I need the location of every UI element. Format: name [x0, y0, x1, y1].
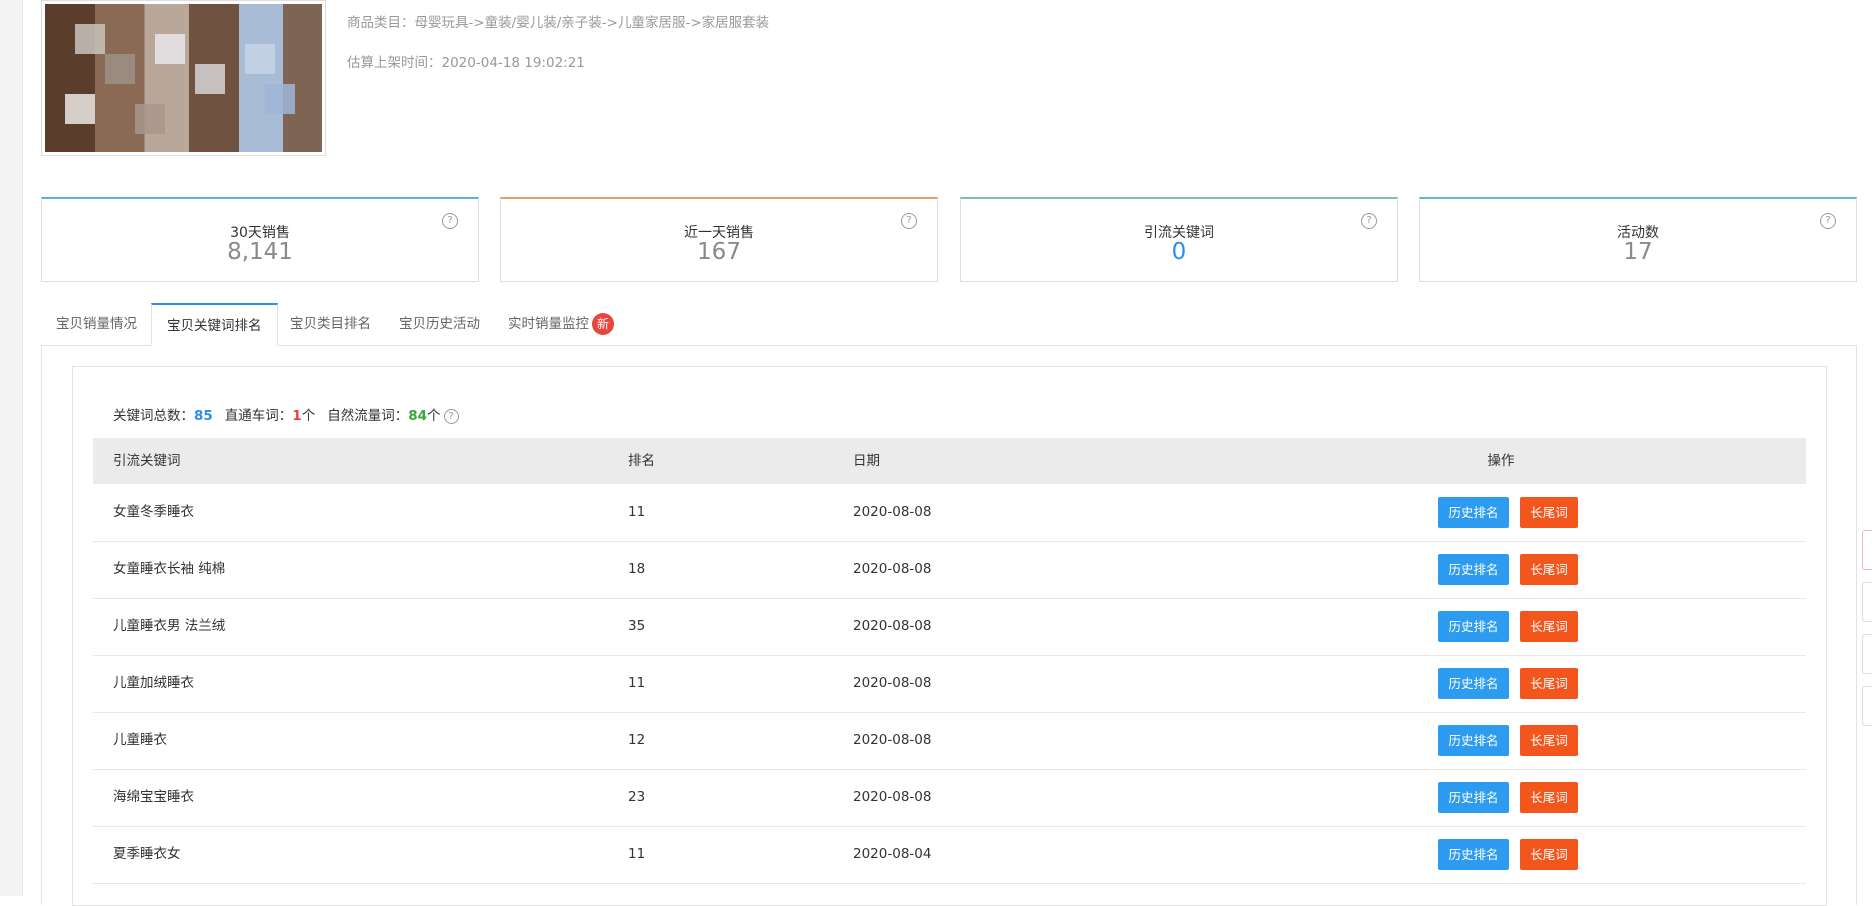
help-icon[interactable]: ?: [443, 408, 459, 424]
tab-label: 实时销量监控: [508, 316, 589, 332]
keyword-cell: 女童冬季睡衣: [113, 504, 194, 520]
tab-sales-status[interactable]: 宝贝销量情况: [41, 303, 152, 345]
date-cell: 2020-08-04: [853, 846, 932, 862]
new-badge: 新: [592, 313, 614, 335]
header-rank: 排名: [628, 453, 655, 469]
help-icon[interactable]: ?: [442, 213, 458, 229]
keyword-cell: 女童睡衣长袖 纯棉: [113, 561, 226, 577]
stat-card-30day-sales: 30天销售 8,141 ?: [41, 197, 479, 282]
natural-count: 84: [408, 408, 427, 424]
keyword-cell: 儿童睡衣男 法兰绒: [113, 618, 226, 634]
natural-label: 自然流量词：: [327, 408, 409, 424]
listing-time-label: 估算上架时间：: [347, 55, 442, 71]
date-cell: 2020-08-08: [853, 789, 932, 805]
date-cell: 2020-08-08: [853, 732, 932, 748]
keyword-cell: 儿童睡衣: [113, 732, 167, 748]
table-row: 儿童加绒睡衣 11 2020-08-08 历史排名 长尾词: [93, 655, 1806, 713]
stat-card-traffic-keywords: 引流关键词 0 ?: [960, 197, 1398, 282]
rank-cell: 11: [628, 846, 646, 862]
floating-button[interactable]: [1862, 582, 1872, 622]
table-row: 夏季睡衣女 11 2020-08-04 历史排名 长尾词: [93, 826, 1806, 884]
tab-keyword-ranking[interactable]: 宝贝关键词排名: [151, 303, 278, 346]
date-cell: 2020-08-08: [853, 561, 932, 577]
long-tail-button[interactable]: 长尾词: [1520, 782, 1578, 813]
tab-history-activity[interactable]: 宝贝历史活动: [384, 303, 495, 345]
rank-cell: 12: [628, 732, 646, 748]
rank-cell: 23: [628, 789, 646, 805]
left-sidebar-edge: [0, 0, 23, 896]
product-thumbnail: [41, 0, 326, 156]
rank-cell: 11: [628, 504, 646, 520]
table-row: 儿童睡衣男 法兰绒 35 2020-08-08 历史排名 长尾词: [93, 598, 1806, 656]
table-row: 海绵宝宝睡衣 23 2020-08-08 历史排名 长尾词: [93, 769, 1806, 827]
natural-unit: 个: [427, 408, 441, 424]
long-tail-button[interactable]: 长尾词: [1520, 725, 1578, 756]
listing-time-value: 2020-04-18 19:02:21: [441, 55, 585, 71]
header-actions: 操作: [1487, 453, 1515, 469]
table-row: 女童冬季睡衣 11 2020-08-08 历史排名 长尾词: [93, 484, 1806, 542]
floating-button[interactable]: [1862, 634, 1872, 674]
product-listing-time: 估算上架时间：2020-04-18 19:02:21: [347, 51, 585, 71]
rank-cell: 11: [628, 675, 646, 691]
header-keyword: 引流关键词: [113, 453, 181, 469]
tab-category-ranking[interactable]: 宝贝类目排名: [275, 303, 386, 345]
table-row: 儿童睡衣 12 2020-08-08 历史排名 长尾词: [93, 712, 1806, 770]
history-ranking-button[interactable]: 历史排名: [1438, 782, 1509, 813]
history-ranking-button[interactable]: 历史排名: [1438, 554, 1509, 585]
table-header: 引流关键词 排名 日期 操作: [93, 438, 1806, 484]
stat-card-activity-count: 活动数 17 ?: [1419, 197, 1857, 282]
history-ranking-button[interactable]: 历史排名: [1438, 668, 1509, 699]
floating-button[interactable]: [1862, 530, 1872, 570]
rank-cell: 18: [628, 561, 646, 577]
tab-realtime-sales-monitor[interactable]: 实时销量监控新: [493, 303, 629, 345]
date-cell: 2020-08-08: [853, 675, 932, 691]
ztc-label: 直通车词：: [224, 408, 293, 424]
long-tail-button[interactable]: 长尾词: [1520, 839, 1578, 870]
stat-value: 17: [1623, 239, 1653, 265]
product-category: 商品类目：母婴玩具->童装/婴儿装/亲子装->儿童家居服->家居服套装: [347, 11, 769, 31]
total-label: 关键词总数：: [113, 408, 194, 424]
keyword-summary: 关键词总数：85 直通车词：1个 自然流量词：84个?: [113, 404, 459, 424]
total-count: 85: [194, 408, 213, 424]
ztc-count: 1: [292, 408, 302, 424]
product-image-pixelated: [45, 4, 322, 152]
stat-card-1day-sales: 近一天销售 167 ?: [500, 197, 938, 282]
table-row: 女童睡衣长袖 纯棉 18 2020-08-08 历史排名 长尾词: [93, 541, 1806, 599]
long-tail-button[interactable]: 长尾词: [1520, 611, 1578, 642]
long-tail-button[interactable]: 长尾词: [1520, 668, 1578, 699]
history-ranking-button[interactable]: 历史排名: [1438, 839, 1509, 870]
keyword-cell: 儿童加绒睡衣: [113, 675, 194, 691]
stat-value: 167: [697, 239, 741, 265]
tab-bar: 宝贝销量情况 宝贝关键词排名 宝贝类目排名 宝贝历史活动 实时销量监控新: [41, 303, 1857, 346]
header-date: 日期: [853, 453, 880, 469]
help-icon[interactable]: ?: [1361, 213, 1377, 229]
floating-button[interactable]: [1862, 686, 1872, 726]
date-cell: 2020-08-08: [853, 504, 932, 520]
help-icon[interactable]: ?: [1820, 213, 1836, 229]
history-ranking-button[interactable]: 历史排名: [1438, 497, 1509, 528]
rank-cell: 35: [628, 618, 646, 634]
category-label: 商品类目：: [347, 15, 415, 31]
ztc-unit: 个: [301, 408, 316, 424]
keyword-cell: 海绵宝宝睡衣: [113, 789, 194, 805]
category-path: 母婴玩具->童装/婴儿装/亲子装->儿童家居服->家居服套装: [414, 15, 770, 31]
keyword-cell: 夏季睡衣女: [113, 846, 181, 862]
floating-toolbar: [1862, 530, 1872, 738]
long-tail-button[interactable]: 长尾词: [1520, 497, 1578, 528]
stat-value: 8,141: [227, 239, 293, 265]
long-tail-button[interactable]: 长尾词: [1520, 554, 1578, 585]
help-icon[interactable]: ?: [901, 213, 917, 229]
history-ranking-button[interactable]: 历史排名: [1438, 725, 1509, 756]
stat-value[interactable]: 0: [961, 239, 1397, 265]
history-ranking-button[interactable]: 历史排名: [1438, 611, 1509, 642]
date-cell: 2020-08-08: [853, 618, 932, 634]
